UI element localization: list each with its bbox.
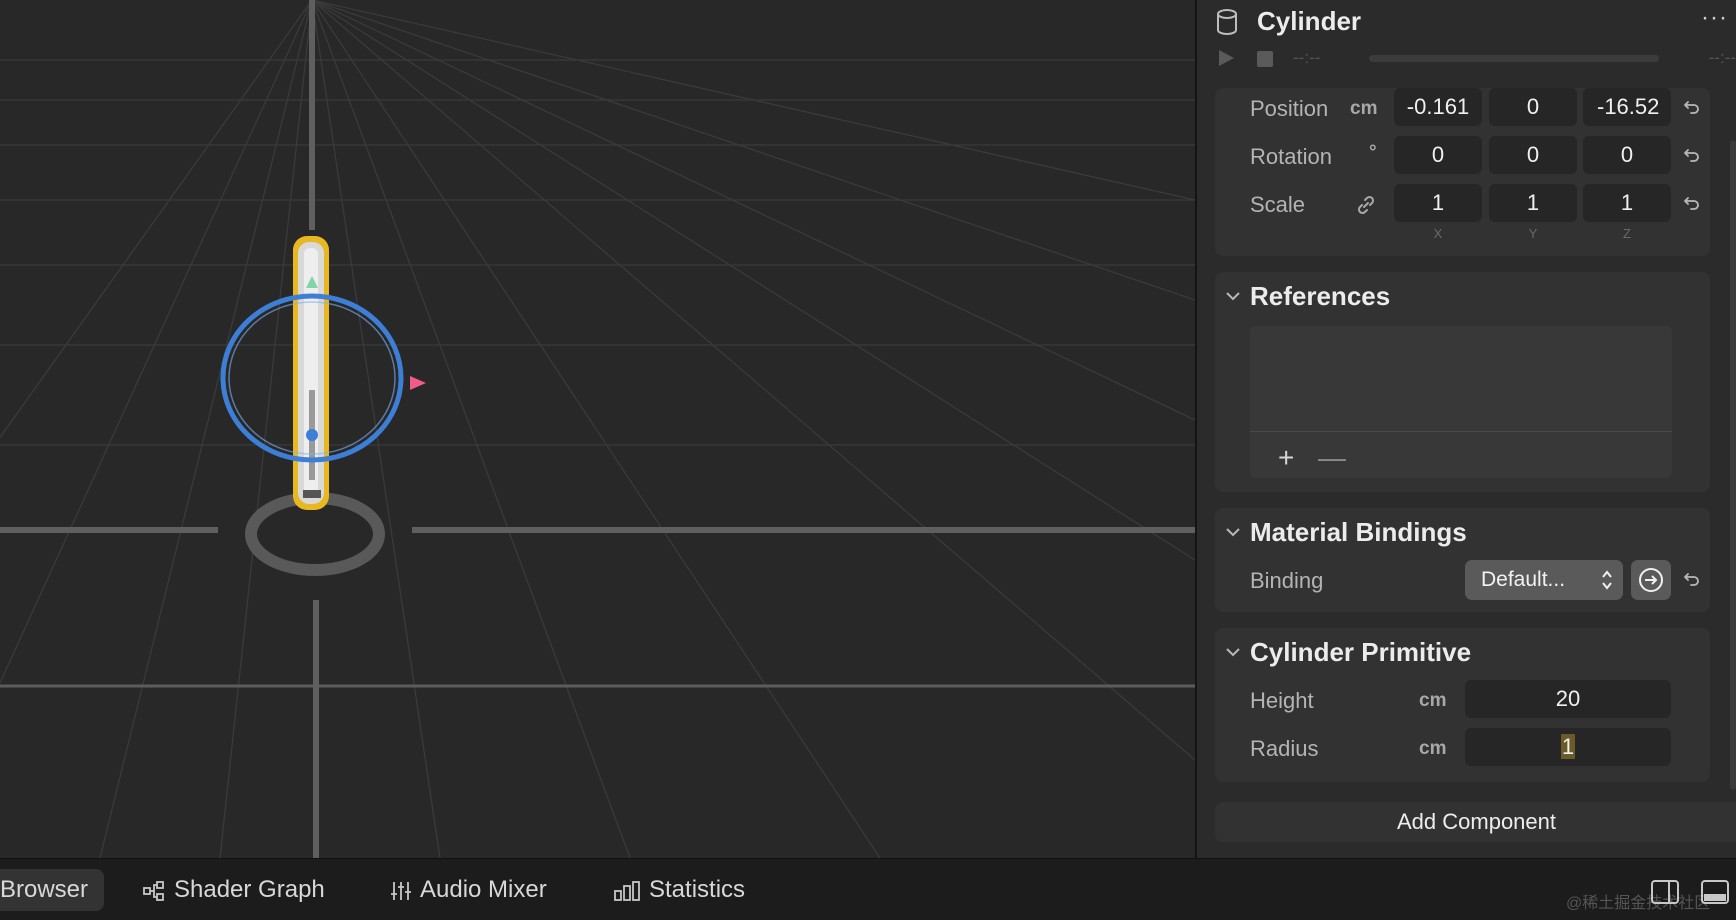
rotation-unit: ° xyxy=(1369,142,1377,163)
axis-z-label: Z xyxy=(1623,226,1631,241)
split-panel-icon[interactable] xyxy=(1650,879,1680,905)
grid-lines xyxy=(0,0,1195,858)
position-z-field[interactable]: -16.52 xyxy=(1583,88,1671,126)
position-reset-icon[interactable] xyxy=(1683,98,1701,116)
references-chevron-icon[interactable] xyxy=(1225,290,1241,302)
rotation-z-field[interactable]: 0 xyxy=(1583,136,1671,174)
cylinder-primitive-title: Cylinder Primitive xyxy=(1250,637,1472,667)
material-bindings-title: Material Bindings xyxy=(1250,517,1467,547)
tab-audio-mixer-label: Audio Mixer xyxy=(420,876,547,903)
cylinder-entity-icon xyxy=(1217,9,1237,35)
references-list[interactable]: + — xyxy=(1250,326,1672,478)
radius-unit: cm xyxy=(1419,738,1447,759)
viewport-grid xyxy=(0,0,1195,858)
radius-value: 1 xyxy=(1560,734,1576,759)
duration-time: --:-- xyxy=(1708,48,1736,67)
more-icon[interactable]: ··· xyxy=(1701,4,1728,32)
node-graph-icon xyxy=(143,880,164,901)
inspector-title: Cylinder xyxy=(1257,6,1362,36)
play-icon[interactable] xyxy=(1216,48,1236,68)
bottom-panel-icon[interactable] xyxy=(1700,879,1730,905)
stop-icon[interactable] xyxy=(1257,51,1273,67)
bar-chart-icon xyxy=(614,880,640,901)
tab-shader-graph-label: Shader Graph xyxy=(174,876,325,903)
scale-z-field[interactable]: 1 xyxy=(1583,184,1671,222)
axis-x-label: X xyxy=(1433,226,1443,241)
link-icon[interactable] xyxy=(1355,194,1377,216)
current-time: --:-- xyxy=(1293,48,1321,67)
radius-field[interactable]: 1 xyxy=(1465,728,1671,766)
height-label: Height xyxy=(1250,688,1314,713)
radius-label: Radius xyxy=(1250,736,1319,761)
inspector-panel: Position cm -0.161 0 -16.52 Rotation ° 0… xyxy=(1195,0,1736,858)
remove-reference-icon[interactable]: — xyxy=(1318,444,1346,472)
add-component-button[interactable]: Add Component xyxy=(1215,802,1736,842)
inspector-scrollbar[interactable] xyxy=(1730,140,1736,790)
origin-axes xyxy=(0,0,1195,858)
watermark: @稀土掘金技术社区 xyxy=(1566,895,1711,912)
rotation-reset-icon[interactable] xyxy=(1683,146,1701,164)
timeline-scrubber[interactable] xyxy=(1369,55,1659,62)
arrow-circle-icon xyxy=(1639,568,1663,592)
sliders-icon xyxy=(391,881,411,900)
go-to-material-button[interactable] xyxy=(1631,560,1671,600)
scale-y-field[interactable]: 1 xyxy=(1489,184,1577,222)
cylinder-primitive-chevron-icon[interactable] xyxy=(1225,646,1241,658)
tab-browser-label: Browser xyxy=(0,876,89,903)
references-title: References xyxy=(1250,281,1391,311)
tab-audio-mixer[interactable]: Audio Mixer xyxy=(390,869,547,911)
binding-dropdown-value: Default... xyxy=(1481,568,1566,591)
rotation-label: Rotation xyxy=(1250,144,1332,169)
binding-dropdown[interactable]: Default... xyxy=(1465,560,1623,600)
position-label: Position xyxy=(1250,96,1329,121)
position-y-field[interactable]: 0 xyxy=(1489,88,1577,126)
viewport[interactable] xyxy=(0,0,1195,858)
binding-label: Binding xyxy=(1250,568,1324,593)
position-x-field[interactable]: -0.161 xyxy=(1394,88,1482,126)
axis-y-label: Y xyxy=(1528,226,1538,241)
height-field[interactable]: 20 xyxy=(1465,680,1671,718)
scale-x-field[interactable]: 1 xyxy=(1394,184,1482,222)
rotation-y-field[interactable]: 0 xyxy=(1489,136,1577,174)
bottom-tab-bar: Browser Shader Graph Audio Mixer Statist… xyxy=(0,858,1736,920)
position-unit: cm xyxy=(1350,98,1378,119)
tab-statistics-label: Statistics xyxy=(649,876,746,903)
scale-label: Scale xyxy=(1250,192,1306,217)
scale-reset-icon[interactable] xyxy=(1683,194,1701,212)
references-divider xyxy=(1250,431,1672,432)
tab-browser[interactable]: Browser xyxy=(0,869,105,911)
tab-shader-graph[interactable]: Shader Graph xyxy=(142,869,325,911)
inspector-header: Cylinder ··· --:-- --:-- xyxy=(1197,0,1736,88)
cylinder-object[interactable] xyxy=(293,236,329,510)
tab-statistics[interactable]: Statistics xyxy=(613,869,745,911)
translate-x-handle[interactable] xyxy=(410,376,426,390)
binding-reset-icon[interactable] xyxy=(1683,570,1701,588)
add-reference-icon[interactable]: + xyxy=(1278,444,1294,472)
height-unit: cm xyxy=(1419,690,1447,711)
rotation-x-field[interactable]: 0 xyxy=(1394,136,1482,174)
material-bindings-chevron-icon[interactable] xyxy=(1225,526,1241,538)
updown-chevron-icon xyxy=(1602,570,1612,590)
